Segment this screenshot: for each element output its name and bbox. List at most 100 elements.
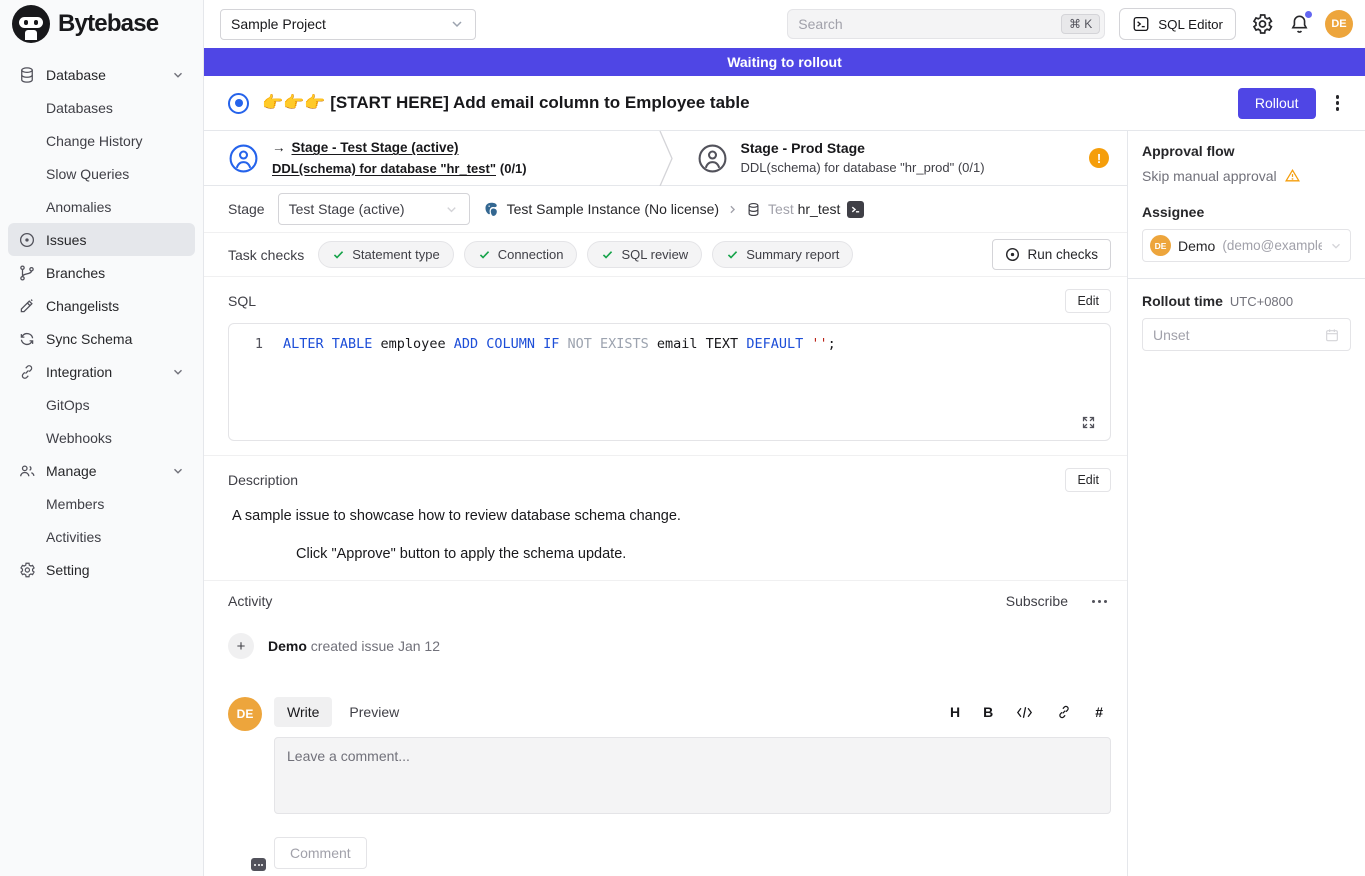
check-icon	[332, 248, 345, 261]
sidebar-item-label: Slow Queries	[46, 166, 129, 182]
search-shortcut-badge: ⌘ K	[1061, 14, 1100, 34]
rollout-button[interactable]: Rollout	[1238, 88, 1316, 119]
search-input[interactable]	[790, 16, 1061, 32]
project-select-value: Sample Project	[231, 16, 326, 32]
warning-triangle-icon	[1284, 167, 1301, 184]
sidebar-item-members[interactable]: Members	[8, 487, 195, 520]
tab-preview[interactable]: Preview	[336, 697, 412, 727]
sidebar-item-label: Changelists	[46, 298, 119, 314]
sidebar-item-change-history[interactable]: Change History	[8, 124, 195, 157]
rollout-time-picker[interactable]: Unset	[1142, 318, 1351, 351]
sidebar-item-label: Setting	[46, 562, 90, 578]
check-pill-label: Statement type	[352, 247, 439, 262]
project-select[interactable]: Sample Project	[220, 9, 476, 40]
check-pill-connection[interactable]: Connection	[464, 241, 578, 268]
sidebar-item-slow-queries[interactable]: Slow Queries	[8, 157, 195, 190]
check-pill-statement-type[interactable]: Statement type	[318, 241, 453, 268]
topbar: Sample Project ⌘ K SQL Editor	[204, 0, 1365, 48]
assignee-email: (demo@example	[1222, 238, 1322, 253]
database-name[interactable]: hr_test	[798, 201, 841, 217]
stage-selector-row: Stage Test Stage (active) Test Sample In…	[204, 186, 1127, 233]
instance-breadcrumb: Test Sample Instance (No license) Test h…	[483, 201, 865, 218]
description-line-1: A sample issue to showcase how to review…	[232, 508, 1111, 524]
activity-action: created issue Jan 12	[307, 638, 440, 654]
settings-gear-icon[interactable]	[1250, 12, 1274, 36]
issue-title: 👉👉👉 [START HERE] Add email column to Emp…	[262, 93, 750, 113]
more-options-kebab-icon[interactable]	[1332, 91, 1344, 115]
stage-card-prod[interactable]: Stage - Prod Stage DDL(schema) for datab…	[673, 131, 1128, 185]
breadcrumb-chevron-icon	[726, 203, 739, 216]
stage-task-link[interactable]: DDL(schema) for database "hr_test"	[272, 161, 496, 176]
brand-logo[interactable]: Bytebase	[0, 0, 203, 48]
sidebar-item-activities[interactable]: Activities	[8, 520, 195, 553]
link-format-icon[interactable]	[1056, 704, 1072, 720]
instance-name[interactable]: Test Sample Instance (No license)	[507, 201, 719, 217]
check-icon	[478, 248, 491, 261]
line-number: 1	[229, 336, 263, 352]
sidebar-item-label: Databases	[46, 100, 113, 116]
hash-format-icon[interactable]: #	[1095, 704, 1103, 720]
sidebar-item-manage[interactable]: Manage	[8, 454, 195, 487]
plus-icon: +	[228, 633, 254, 659]
assignee-avatar: DE	[1150, 235, 1171, 256]
sql-section-title: SQL	[228, 293, 256, 309]
sql-edit-button[interactable]: Edit	[1065, 289, 1111, 313]
sidebar-item-label: Webhooks	[46, 430, 112, 446]
description-edit-button[interactable]: Edit	[1065, 468, 1111, 492]
user-avatar[interactable]: DE	[1325, 10, 1353, 38]
comment-textarea[interactable]	[274, 737, 1111, 814]
bytebase-logo-icon	[12, 5, 50, 43]
sync-icon	[18, 330, 36, 348]
comment-tabs: Write Preview H B	[274, 697, 1111, 727]
calendar-icon	[1324, 327, 1340, 343]
approval-flow-value: Skip manual approval	[1142, 168, 1277, 184]
sidebar-item-setting[interactable]: Setting	[8, 553, 195, 586]
sidebar-item-database[interactable]: Database	[8, 58, 195, 91]
check-icon	[601, 248, 614, 261]
sidebar-item-label: Integration	[46, 364, 112, 380]
subscribe-button[interactable]: Subscribe	[1006, 593, 1068, 609]
activity-entry: + Demo created issue Jan 12	[228, 633, 1111, 659]
tab-write[interactable]: Write	[274, 697, 332, 727]
stage-card-test[interactable]: → Stage - Test Stage (active) DDL(schema)…	[204, 131, 659, 185]
issue-icon	[18, 231, 36, 249]
search-box[interactable]: ⌘ K	[787, 9, 1105, 39]
sidebar-item-sync-schema[interactable]: Sync Schema	[8, 322, 195, 355]
assignee-select[interactable]: DE Demo (demo@example	[1142, 229, 1351, 262]
sidebar-item-label: Branches	[46, 265, 105, 281]
sidebar-item-databases[interactable]: Databases	[8, 91, 195, 124]
run-checks-button[interactable]: Run checks	[992, 239, 1111, 270]
chevron-down-icon	[171, 68, 185, 82]
sidebar-item-webhooks[interactable]: Webhooks	[8, 421, 195, 454]
sql-editor[interactable]: 1 ALTER TABLE employee ADD COLUMN IF NOT…	[228, 323, 1111, 441]
stage-title: Stage - Prod Stage	[741, 138, 985, 158]
check-pill-summary-report[interactable]: Summary report	[712, 241, 853, 268]
issue-side-panel: Approval flow Skip manual approval Assig…	[1128, 131, 1365, 876]
sidebar-item-integration[interactable]: Integration	[8, 355, 195, 388]
comment-submit-button[interactable]: Comment	[274, 837, 367, 869]
sidebar-item-issues[interactable]: Issues	[8, 223, 195, 256]
stage-progress: (0/1)	[500, 161, 527, 176]
sidebar-item-anomalies[interactable]: Anomalies	[8, 190, 195, 223]
expand-editor-icon[interactable]	[1081, 415, 1096, 430]
code-format-icon[interactable]	[1016, 705, 1033, 720]
run-checks-label: Run checks	[1027, 247, 1098, 262]
sidebar-item-changelists[interactable]: Changelists	[8, 289, 195, 322]
stage-title: Stage - Test Stage (active)	[292, 140, 459, 155]
check-pill-label: Connection	[498, 247, 564, 262]
rollout-timezone: UTC+0800	[1230, 294, 1293, 309]
sidebar-item-branches[interactable]: Branches	[8, 256, 195, 289]
sql-section: SQL Edit 1 ALTER TABLE employee ADD COLU…	[204, 277, 1127, 455]
sql-editor-button[interactable]: SQL Editor	[1119, 8, 1236, 40]
bold-format-icon[interactable]: B	[983, 704, 993, 720]
link-icon	[18, 363, 36, 381]
activity-more-icon[interactable]	[1088, 596, 1111, 607]
sidebar-item-gitops[interactable]: GitOps	[8, 388, 195, 421]
open-sql-terminal-icon[interactable]	[847, 201, 864, 218]
postgres-icon	[483, 201, 500, 218]
notifications-bell-icon[interactable]	[1288, 13, 1311, 36]
current-stage-arrow: →	[272, 138, 286, 158]
stage-select[interactable]: Test Stage (active)	[278, 193, 470, 225]
check-pill-sql-review[interactable]: SQL review	[587, 241, 702, 268]
heading-format-icon[interactable]: H	[950, 704, 960, 720]
